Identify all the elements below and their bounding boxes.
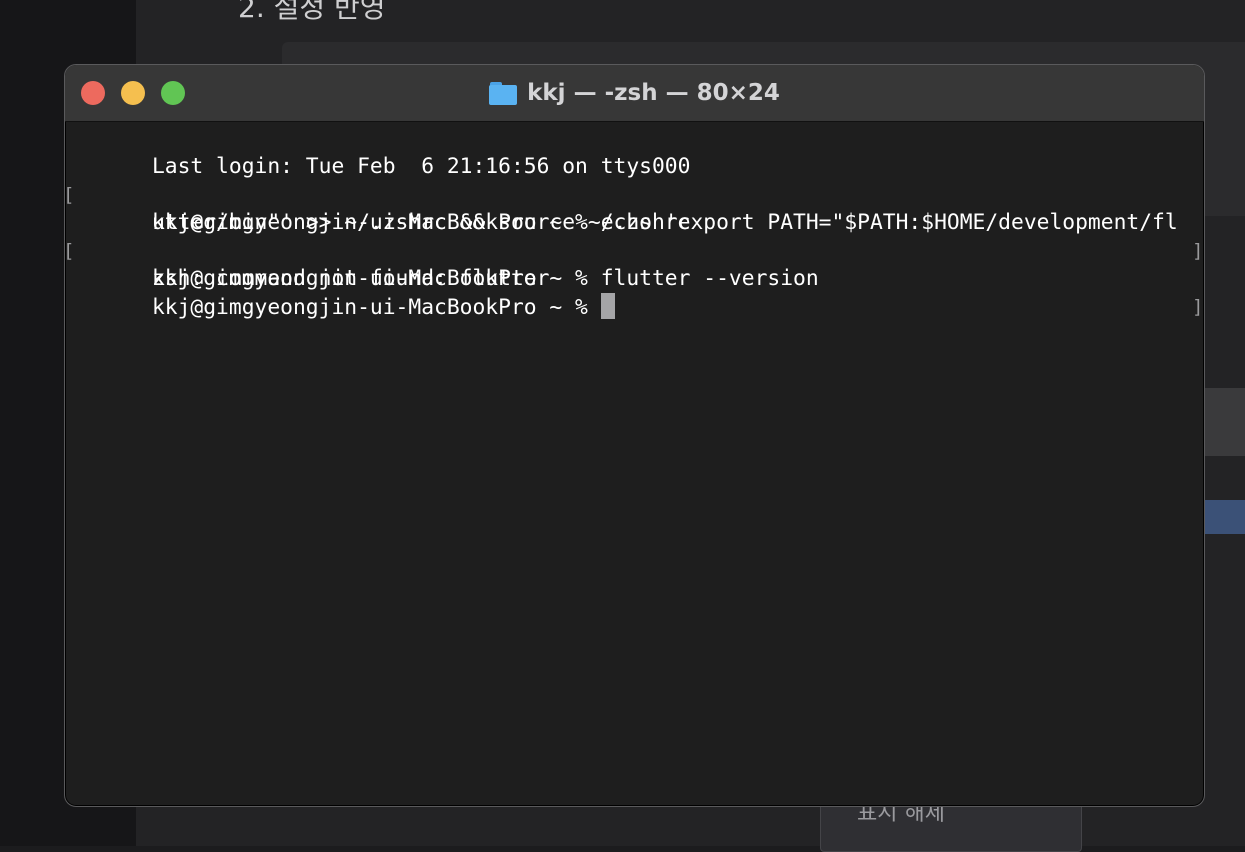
background-panel-edge xyxy=(1203,388,1245,456)
selection-bracket-right: ] xyxy=(1192,296,1204,318)
terminal-line: [ kkj@gimgyeongjin-ui-MacBookPro ~ % flu… xyxy=(65,209,1203,318)
window-title-group: kkj — -zsh — 80×24 xyxy=(65,65,1204,121)
terminal-line: zsh: command not found: flutter xyxy=(75,237,1195,291)
window-titlebar[interactable]: kkj — -zsh — 80×24 xyxy=(65,65,1204,122)
terminal-line: utter/bin"' >> ~/.zshrc && source ~/.zsh… xyxy=(75,181,1195,235)
terminal-line: Last login: Tue Feb 6 21:16:56 on ttys00… xyxy=(75,125,1195,179)
terminal-prompt: kkj@gimgyeongjin-ui-MacBookPro ~ % xyxy=(151,295,588,320)
terminal-output[interactable]: Last login: Tue Feb 6 21:16:56 on ttys00… xyxy=(65,125,1203,320)
selection-bracket-left: [ xyxy=(64,240,75,262)
terminal-prompt-line[interactable]: kkj@gimgyeongjin-ui-MacBookPro ~ % xyxy=(75,265,1195,320)
folder-icon xyxy=(489,81,518,105)
terminal-line: [ kkj@gimgyeongjin-ui-MacBookPro ~ % ech… xyxy=(65,153,1203,262)
terminal-window[interactable]: kkj — -zsh — 80×24 Last login: Tue Feb 6… xyxy=(64,64,1205,807)
background-selection-edge xyxy=(1203,500,1245,534)
background-heading: 2. 설정 반영 xyxy=(238,0,386,24)
text-cursor xyxy=(600,293,615,319)
selection-bracket-left: [ xyxy=(64,184,75,206)
window-title: kkj — -zsh — 80×24 xyxy=(527,80,780,106)
